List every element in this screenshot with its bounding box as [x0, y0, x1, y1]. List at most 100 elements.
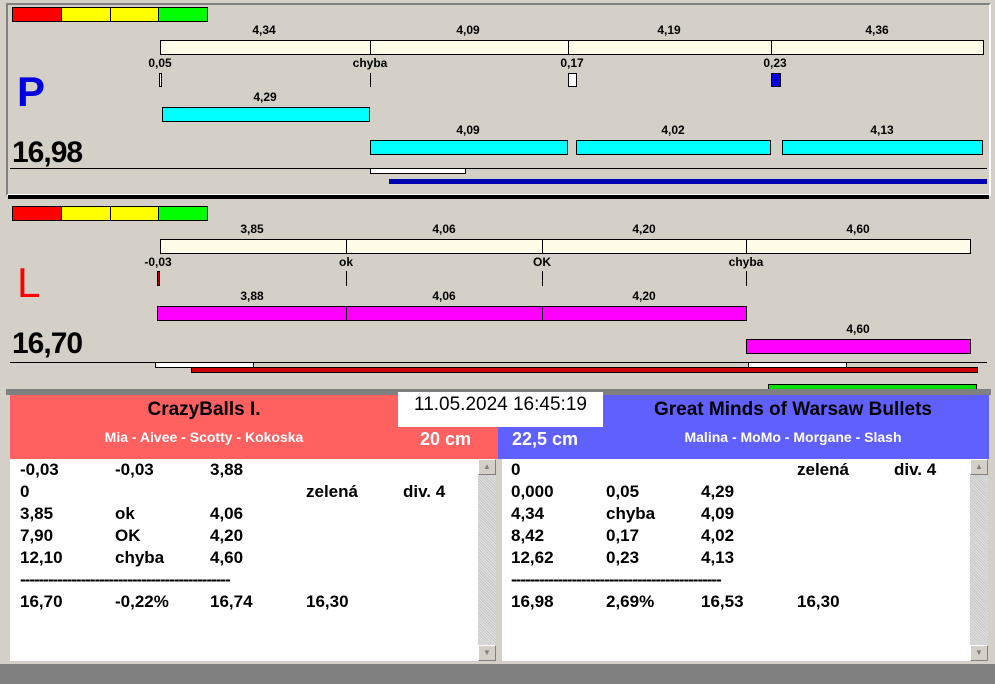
scroll-down-icon[interactable]: ▼ [478, 645, 496, 661]
result-cell: 0 [511, 460, 521, 479]
result-cell: div. 4 [894, 460, 937, 479]
status-bar [0, 664, 995, 684]
p-top-label: 4,36 [865, 23, 889, 37]
scroll-down-icon[interactable]: ▼ [970, 645, 988, 661]
p-mark-label: 0,05 [148, 56, 172, 70]
result-cell: ----------------------------------------… [20, 570, 231, 589]
result-cell: 4,60 [210, 548, 244, 567]
p-cyan-label: 4,02 [661, 123, 685, 137]
p-top-label: 4,19 [657, 23, 681, 37]
l-marker [542, 271, 543, 286]
result-cell: 16,70 [20, 592, 63, 611]
result-cell: 4,20 [210, 526, 244, 545]
right-results-textarea[interactable] [502, 459, 988, 661]
result-cell: 16,30 [797, 592, 840, 611]
l-marker [346, 271, 347, 286]
l-magenta-label: 4,06 [432, 289, 456, 303]
result-cell: -0,03 [115, 460, 154, 479]
p-marker [568, 73, 577, 87]
p-mark-label: chyba [352, 56, 388, 70]
p-cyan-bar [782, 140, 983, 155]
p-total: 16,98 [12, 136, 83, 169]
l-magenta-label: 4,60 [846, 322, 870, 336]
p-progress-white [370, 168, 466, 174]
result-cell: 12,10 [20, 548, 63, 567]
result-cell: 4,29 [701, 482, 735, 501]
scroll-up-icon[interactable]: ▲ [478, 459, 496, 475]
result-cell: 0 [20, 482, 30, 501]
result-cell: div. 4 [403, 482, 446, 501]
result-cell: 0,17 [606, 526, 640, 545]
l-top-bar [746, 239, 971, 254]
result-cell: 16,74 [210, 592, 253, 611]
p-progress-blue [389, 179, 987, 184]
p-cyan-label: 4,13 [870, 123, 894, 137]
p-baseline [10, 168, 987, 169]
result-cell: 12,62 [511, 548, 554, 567]
result-cell: 4,06 [210, 504, 244, 523]
l-mark-label: OK [533, 255, 551, 269]
l-marker [746, 271, 747, 286]
l-top-label: 4,60 [846, 222, 870, 236]
l-top-label: 3,85 [240, 222, 264, 236]
left-team-players: Mia - Aivee - Scotty - Kokoska [104, 429, 304, 445]
result-cell: zelená [306, 482, 358, 501]
l-progress-red [191, 367, 978, 373]
left-team-name: CrazyBalls I. [147, 399, 261, 420]
right-distance: 22,5 cm [512, 429, 579, 449]
p-cyan-label: 4,29 [253, 90, 277, 104]
p-mark-label: 0,23 [763, 56, 787, 70]
l-total: 16,70 [12, 327, 83, 360]
result-cell: -0,03 [20, 460, 59, 479]
result-cell: 3,88 [210, 460, 244, 479]
p-mark-label: 0,17 [560, 56, 584, 70]
p-cyan-bar [576, 140, 771, 155]
p-marker [771, 73, 781, 87]
color-scale [12, 206, 208, 221]
result-cell: 3,85 [20, 504, 54, 523]
l-top-label: 4,06 [432, 222, 456, 236]
l-letter: L [17, 259, 41, 306]
l-top-label: 4,20 [632, 222, 656, 236]
result-cell: chyba [606, 504, 656, 523]
l-magenta-bar [746, 339, 971, 354]
result-cell: 4,02 [701, 526, 735, 545]
result-cell: 0,000 [511, 482, 554, 501]
scroll-up-icon[interactable]: ▲ [970, 459, 988, 475]
l-mark-label: -0,03 [144, 255, 172, 269]
p-cyan-bar [370, 140, 568, 155]
l-magenta-bar [542, 306, 747, 321]
l-magenta-bar [157, 306, 347, 321]
result-cell: zelená [797, 460, 849, 479]
right-scrollbar[interactable]: ▲ ▼ [970, 459, 988, 661]
result-cell: OK [115, 526, 141, 545]
p-marker [159, 73, 162, 87]
result-cell: 16,30 [306, 592, 349, 611]
l-mark-label: ok [338, 255, 354, 269]
result-cell: chyba [115, 548, 165, 567]
p-top-bar [771, 40, 984, 55]
l-top-bar [160, 239, 347, 254]
right-team-name: Great Minds of Warsaw Bullets [653, 399, 932, 420]
result-cell: 8,42 [511, 526, 545, 545]
result-cell: 4,34 [511, 504, 545, 523]
result-cell: 0,05 [606, 482, 640, 501]
l-top-bar [542, 239, 747, 254]
p-letter: P [17, 68, 46, 115]
result-cell: -0,22% [115, 592, 169, 611]
left-distance: 20 cm [420, 429, 472, 449]
l-magenta-label: 4,20 [632, 289, 656, 303]
p-marker [370, 73, 371, 87]
p-top-label: 4,09 [456, 23, 480, 37]
p-top-bar [160, 40, 371, 55]
p-top-bar [370, 40, 569, 55]
p-cyan-bar [162, 107, 370, 122]
separator [8, 195, 989, 199]
result-cell: 4,09 [701, 504, 735, 523]
l-magenta-bar [346, 306, 543, 321]
datetime: 11.05.2024 16:45:19 [398, 392, 603, 427]
l-mark-label: chyba [728, 255, 764, 269]
result-cell: 16,98 [511, 592, 554, 611]
left-scrollbar[interactable]: ▲ ▼ [478, 459, 496, 661]
result-cell: 2,69% [606, 592, 655, 611]
